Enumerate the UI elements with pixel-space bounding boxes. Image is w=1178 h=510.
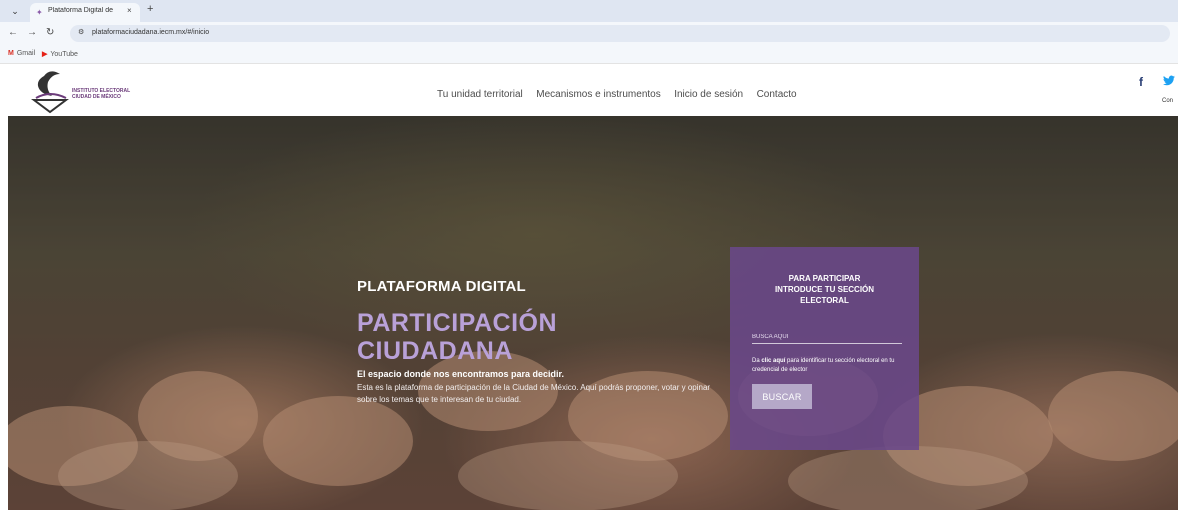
hero-title-line2: CIUDADANA [357,337,513,365]
panel-help-text: Da clic aquí para identificar tu sección… [752,357,907,375]
hero-overlay [8,116,1178,510]
browser-tab-bar: ⌄ ✦ Plataforma Digital de Participa × + [0,0,1178,22]
help-link[interactable]: clic aquí [761,358,785,364]
back-arrow-icon[interactable]: ← [8,27,18,38]
gmail-icon: M [8,50,14,57]
tab-title: Plataforma Digital de Participa [48,7,114,14]
hero-kicker: PLATAFORMA DIGITAL [357,278,526,295]
facebook-icon[interactable]: f [1139,75,1143,89]
nav-inicio-sesion[interactable]: Inicio de sesión [674,89,743,100]
nav-unidad-territorial[interactable]: Tu unidad territorial [437,89,523,100]
bookmark-gmail[interactable]: M Gmail [8,50,35,57]
close-tab-icon[interactable]: × [127,6,132,15]
help-prefix: Da [752,358,762,364]
hero-banner [8,116,1178,510]
contact-snippet: Con [1162,98,1174,104]
nav-contacto[interactable]: Contacto [757,89,797,100]
site-favicon-icon: ✦ [36,8,43,17]
section-search-panel: PARA PARTICIPAR INTRODUCE TU SECCIÓN ELE… [730,247,919,450]
search-button[interactable]: BUSCAR [752,384,812,409]
main-nav: Tu unidad territorial Mecanismos e instr… [437,84,806,102]
tab-search-chevron-icon[interactable]: ⌄ [8,4,22,18]
panel-title-line3: ELECTORAL [800,296,849,305]
bookmark-youtube[interactable]: ▶ YouTube [42,50,78,58]
iecm-logo[interactable]: INSTITUTO ELECTORAL CIUDAD DE MÉXICO [30,68,130,114]
youtube-icon: ▶ [42,51,48,58]
browser-tab[interactable]: ✦ Plataforma Digital de Participa × [30,3,140,22]
new-tab-button[interactable]: + [147,3,153,15]
forward-arrow-icon[interactable]: → [27,27,37,38]
bookmark-label: Gmail [16,50,36,57]
address-bar: ← → ↻ ⚙ plataformaciudadana.iecm.mx/#/in… [0,22,1178,46]
reload-icon[interactable]: ↻ [46,27,54,38]
panel-title: PARA PARTICIPAR INTRODUCE TU SECCIÓN ELE… [730,273,919,306]
bookmarks-bar: M Gmail ▶ YouTube [0,46,1178,64]
panel-title-line1: PARA PARTICIPAR [788,274,861,283]
site-info-icon[interactable]: ⚙ [78,28,84,36]
hero-title-line1: PARTICIPACIÓN [357,309,558,337]
section-search-input[interactable] [752,331,902,344]
hero-description: Esta es la plataforma de participación d… [357,383,711,404]
panel-title-line2: INTRODUCE TU SECCIÓN [774,285,875,294]
nav-mecanismos[interactable]: Mecanismos e instrumentos [536,89,661,100]
site-header: INSTITUTO ELECTORAL CIUDAD DE MÉXICO Tu … [0,64,1178,116]
url-field[interactable]: ⚙ plataformaciudadana.iecm.mx/#/inicio [70,25,1170,42]
bookmark-label: YouTube [50,51,78,58]
twitter-icon[interactable] [1163,75,1175,89]
url-text: plataformaciudadana.iecm.mx/#/inicio [92,29,210,36]
logo-line2: CIUDAD DE MÉXICO [72,94,121,100]
hero-lead: El espacio donde nos encontramos para de… [357,369,565,379]
